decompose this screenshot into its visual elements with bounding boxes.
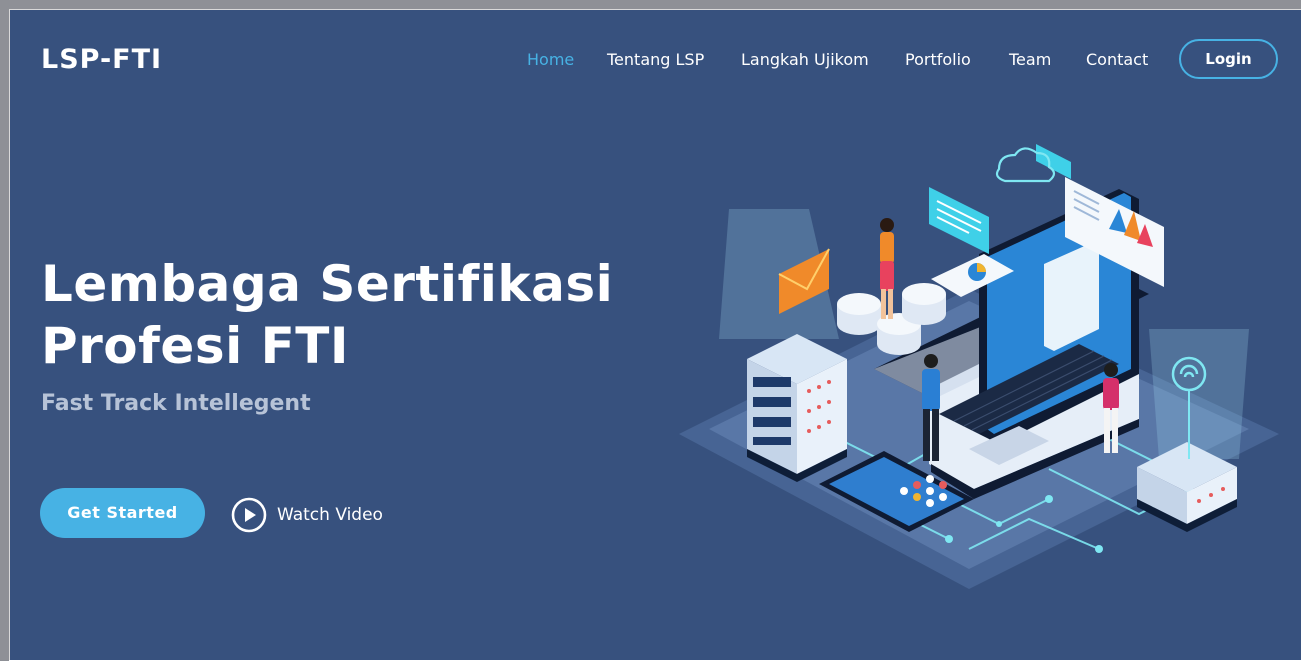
nav-item-tentang-lsp[interactable]: Tentang LSP (607, 49, 704, 71)
watch-video-label: Watch Video (277, 505, 383, 525)
play-circle-icon[interactable] (231, 497, 267, 533)
light-beam-right (1149, 329, 1249, 459)
site-logo[interactable]: LSP-FTI (41, 43, 162, 77)
hero-subtitle: Fast Track Intellegent (41, 391, 311, 416)
isometric-laptop-server-illustration (679, 144, 1279, 589)
hero-title: Lembaga Sertifikasi Profesi FTI (41, 253, 681, 377)
nav-item-team[interactable]: Team (1009, 49, 1051, 71)
server-rack-left (747, 334, 847, 482)
nav-item-contact[interactable]: Contact (1086, 49, 1148, 71)
hero-title-line-1: Lembaga Sertifikasi (41, 255, 614, 313)
hero-section: LSP-FTI Home Tentang LSP Langkah Ujikom … (9, 9, 1301, 660)
login-button[interactable]: Login (1179, 39, 1278, 79)
person-standing-cylinder (880, 218, 894, 319)
get-started-button[interactable]: Get Started (40, 488, 205, 538)
nav-item-home[interactable]: Home (527, 49, 574, 71)
nav-item-langkah-ujikom[interactable]: Langkah Ujikom (741, 49, 869, 71)
hero-title-line-2: Profesi FTI (41, 317, 349, 375)
nav-item-portfolio[interactable]: Portfolio (905, 49, 971, 71)
floating-panel-code (929, 187, 989, 254)
